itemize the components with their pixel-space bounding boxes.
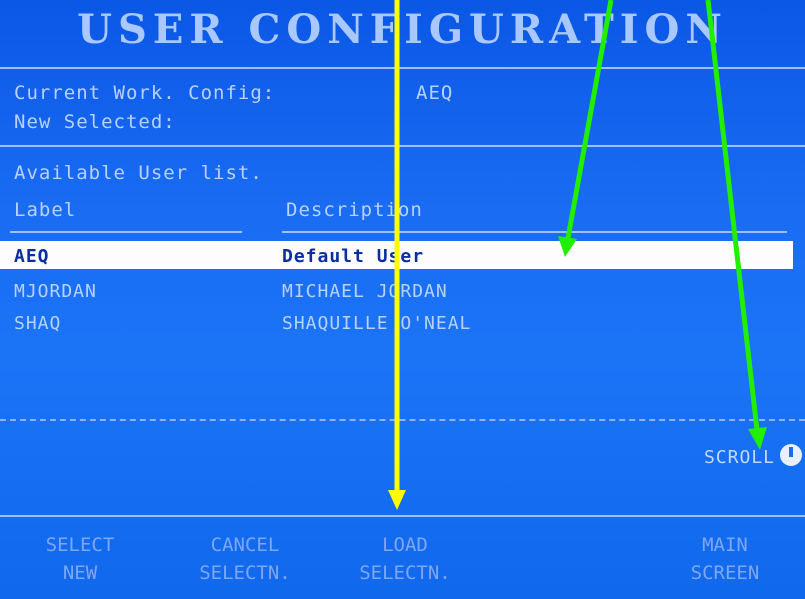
user-row-label[interactable]: SHAQ xyxy=(14,313,61,334)
cancel-selection-softkey[interactable]: CANCEL SELECTN. xyxy=(165,531,325,587)
available-list-label: Available User list. xyxy=(14,162,263,184)
new-selected-label: New Selected: xyxy=(14,111,176,133)
yellow-arrow-head xyxy=(388,490,406,510)
scroll-knob-icon[interactable] xyxy=(780,444,802,466)
softkey-line2: NEW xyxy=(62,562,98,584)
main-screen-softkey[interactable]: MAIN SCREEN xyxy=(655,531,795,587)
device-screen: USER CONFIGURATION Current Work. Config:… xyxy=(0,0,805,599)
user-row-description[interactable]: SHAQUILLE O'NEAL xyxy=(282,313,471,334)
user-row-label[interactable]: AEQ xyxy=(14,246,50,267)
green-arrow-line xyxy=(705,0,760,431)
title-divider xyxy=(0,67,805,69)
user-row-description[interactable]: Default User xyxy=(282,246,424,267)
softkey-line2: SELECTN. xyxy=(199,562,291,584)
scroll-label: SCROLL xyxy=(703,447,775,468)
label-header-underline xyxy=(10,231,242,233)
softkey-divider xyxy=(0,515,805,517)
user-row-description[interactable]: MICHAEL JORDAN xyxy=(282,281,448,302)
current-config-value: AEQ xyxy=(416,82,454,104)
list-bottom-divider xyxy=(0,419,805,421)
description-header-underline xyxy=(282,231,787,233)
softkey-line1: MAIN xyxy=(702,534,748,556)
select-new-softkey[interactable]: SELECT NEW xyxy=(10,531,150,587)
info-divider xyxy=(0,145,805,147)
softkey-line1: CANCEL xyxy=(210,534,280,556)
user-row-label[interactable]: MJORDAN xyxy=(14,281,97,302)
column-header-description: Description xyxy=(286,199,423,221)
load-selection-softkey[interactable]: LOAD SELECTN. xyxy=(325,531,485,587)
softkey-line2: SELECTN. xyxy=(359,562,451,584)
column-header-label: Label xyxy=(14,199,77,221)
softkey-line1: SELECT xyxy=(45,534,115,556)
softkey-line1: LOAD xyxy=(382,534,428,556)
screen-title: USER CONFIGURATION xyxy=(77,6,728,53)
current-config-label: Current Work. Config: xyxy=(14,82,276,104)
softkey-line2: SCREEN xyxy=(690,562,760,584)
